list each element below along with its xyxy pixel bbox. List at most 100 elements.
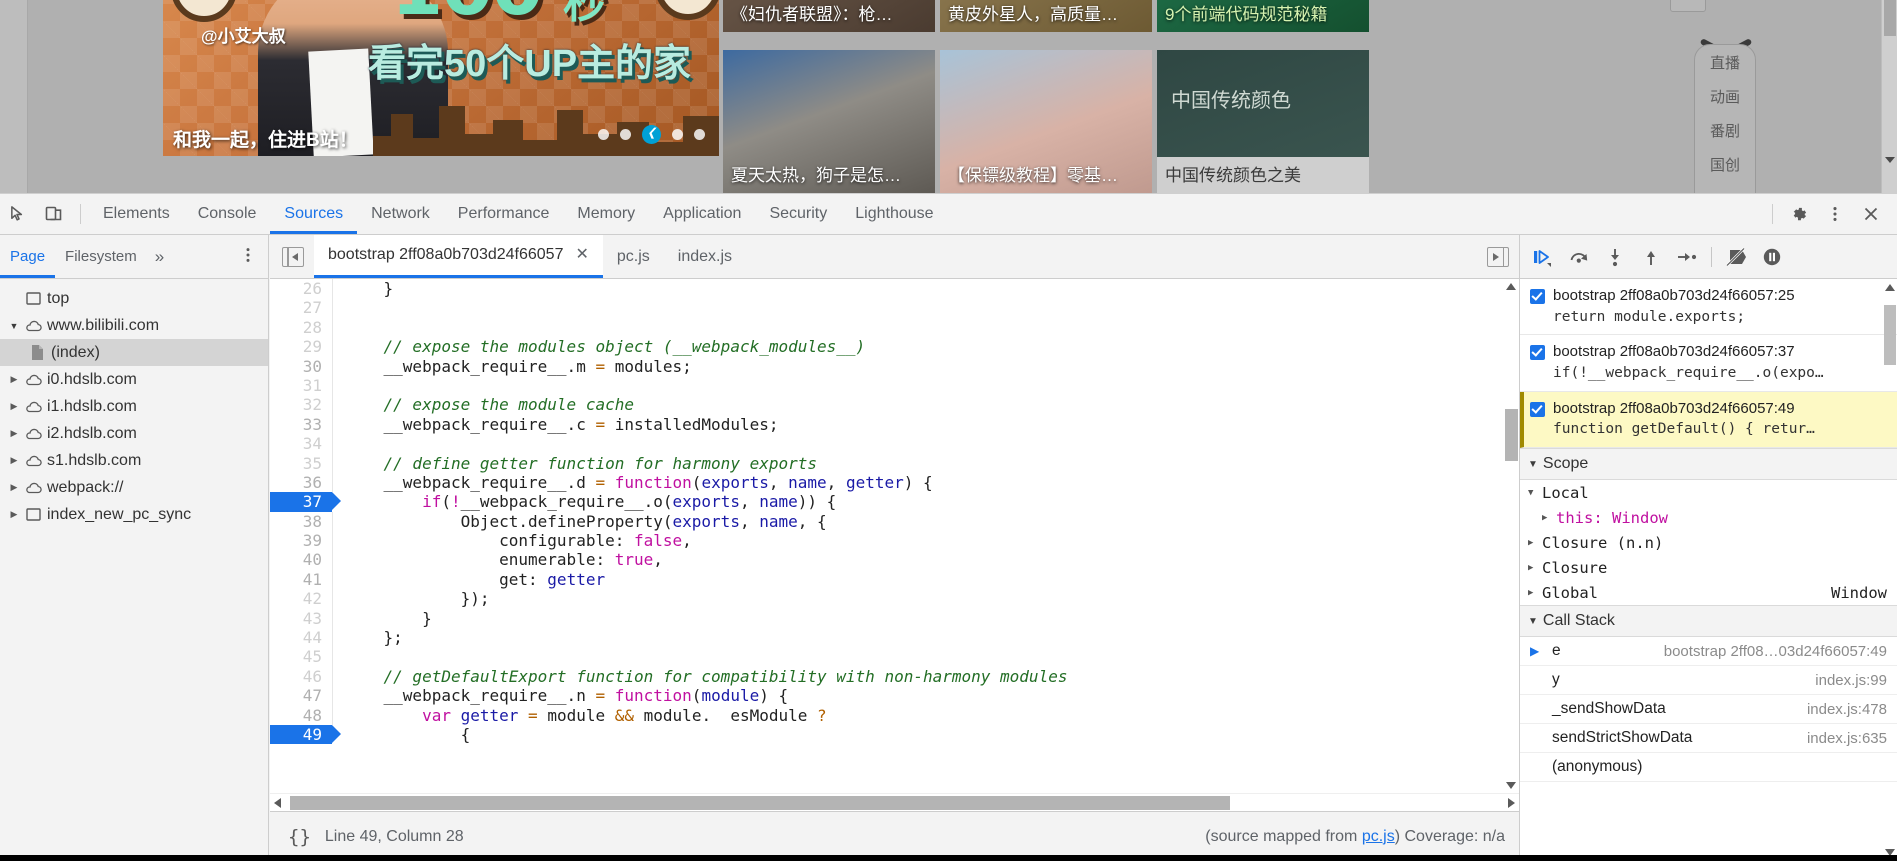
nav-subtab-filesystem[interactable]: Filesystem (55, 235, 147, 278)
video-title[interactable]: 黄皮外星人，高质量… (940, 0, 1152, 32)
line-number[interactable]: 41 (270, 569, 332, 590)
code-line[interactable]: 36 __webpack_require__.d = function(expo… (270, 472, 1519, 493)
chevron-right-icon[interactable]: ▶ (1542, 513, 1556, 523)
code-text[interactable]: __webpack_require__.c = installedModules… (332, 414, 1519, 435)
show-navigator-panel-icon[interactable] (282, 246, 304, 267)
code-text[interactable] (332, 434, 1519, 454)
tree-arrow[interactable]: ▶ (6, 428, 22, 439)
breakpoint-item[interactable]: bootstrap 2ff08a0b703d24f66057:37 if(!__… (1520, 335, 1897, 392)
nav-subtab-page[interactable]: Page (0, 235, 56, 278)
step-over-next-function-call-icon[interactable] (1564, 242, 1594, 272)
tree-arrow[interactable]: ▶ (6, 455, 22, 466)
editor-hscroll-thumb[interactable] (290, 796, 1230, 810)
call-stack-list[interactable]: ▶ e bootstrap 2ff08…03d24f66057:49 y ind… (1520, 637, 1897, 783)
carousel-dot-2-active[interactable] (642, 125, 661, 144)
code-viewer[interactable]: 26 } 27 28 29 // expose the modules object … (270, 279, 1519, 811)
breakpoint-checkbox[interactable] (1530, 401, 1545, 417)
call-stack-row-current[interactable]: ▶ e bootstrap 2ff08…03d24f66057:49 (1520, 637, 1897, 667)
file-tree[interactable]: top ▼ www.bilibili.com (index) ▶ i0.hdsl… (0, 279, 268, 528)
resume-script-execution-icon[interactable] (1528, 242, 1558, 272)
carousel-dot-4[interactable] (694, 129, 705, 140)
pause-on-exceptions-icon[interactable] (1757, 242, 1787, 272)
code-line[interactable]: 33 __webpack_require__.c = installedModu… (270, 414, 1519, 435)
scroll-up-arrow-icon[interactable] (1885, 284, 1895, 291)
video-card[interactable]: 黄皮外星人，高质量… (940, 0, 1152, 32)
code-text[interactable]: }); (332, 589, 1519, 609)
video-card[interactable]: 【保镖级教程】零基… (940, 50, 1152, 193)
video-card[interactable]: 《妇仇者联盟》：枪… (723, 0, 935, 32)
line-number[interactable]: 31 (270, 375, 332, 396)
video-title[interactable]: 夏天太热，狗子是怎… (723, 157, 935, 193)
video-title[interactable]: 【保镖级教程】零基… (940, 157, 1152, 193)
line-number[interactable]: 39 (270, 531, 332, 551)
deactivate-breakpoints-icon[interactable] (1721, 242, 1751, 272)
code-text[interactable]: } (332, 279, 1519, 299)
video-title[interactable]: 9个前端代码规范秘籍 (1157, 0, 1369, 32)
chevron-right-icon[interactable]: ▶ (1528, 538, 1542, 548)
video-title[interactable]: 中国传统颜色之美 (1157, 157, 1369, 193)
line-number[interactable]: 33 (270, 414, 332, 435)
side-nav-item-anime[interactable]: 动画 (1695, 79, 1755, 113)
line-number[interactable]: 42 (270, 589, 332, 609)
tab-console[interactable]: Console (184, 194, 271, 234)
code-line[interactable]: 29 // expose the modules object (__webpa… (270, 337, 1519, 357)
code-text[interactable]: get: getter (332, 569, 1519, 590)
editor-horizontal-scrollbar[interactable] (270, 793, 1519, 811)
close-icon[interactable]: ✕ (575, 233, 588, 277)
chevron-down-icon[interactable] (1885, 157, 1895, 163)
line-number[interactable]: 27 (270, 298, 332, 318)
call-stack-row[interactable]: (anonymous) (1520, 753, 1897, 783)
tree-arrow[interactable]: ▶ (6, 482, 22, 493)
carousel-dot-1[interactable] (620, 129, 631, 140)
video-card[interactable]: 中国传统颜色 中国传统颜色之美 (1157, 50, 1369, 193)
tab-application[interactable]: Application (649, 194, 755, 234)
call-stack-section-header[interactable]: ▼ Call Stack (1520, 605, 1897, 638)
code-text[interactable]: __webpack_require__.m = modules; (332, 356, 1519, 376)
breakpoint-item-active[interactable]: bootstrap 2ff08a0b703d24f66057:49 functi… (1520, 391, 1897, 449)
line-number[interactable]: 48 (270, 705, 332, 725)
scroll-down-arrow-icon[interactable] (1506, 782, 1516, 789)
step-into-next-function-call-icon[interactable] (1600, 242, 1630, 272)
debugger-scroll-thumb[interactable] (1884, 305, 1896, 365)
line-number[interactable]: 44 (270, 628, 332, 648)
code-text[interactable] (332, 317, 1519, 338)
code-text[interactable]: } (332, 608, 1519, 629)
tab-memory[interactable]: Memory (563, 194, 649, 234)
kebab-menu-icon[interactable] (1817, 196, 1853, 232)
page-vertical-scrollbar[interactable] (1881, 0, 1897, 193)
tree-arrow[interactable]: ▶ (6, 509, 22, 520)
step-icon[interactable] (1672, 242, 1702, 272)
code-text[interactable]: __webpack_require__.d = function(exports… (332, 472, 1519, 493)
code-text[interactable]: Object.defineProperty(exports, name, { (332, 511, 1519, 532)
breakpoint-item[interactable]: bootstrap 2ff08a0b703d24f66057:25 return… (1520, 279, 1897, 336)
web-page-viewport[interactable]: 100 秒 看完50个UP主的家 @小艾大叔 和我一起，住进B站！ 《妇仇者联盟… (0, 0, 1897, 193)
line-number[interactable]: 28 (270, 317, 332, 338)
line-number[interactable]: 37 (270, 492, 341, 512)
side-nav-item-live[interactable]: 直播 (1695, 45, 1755, 79)
tree-item-top[interactable]: top (0, 285, 268, 312)
line-number[interactable]: 38 (270, 511, 332, 532)
line-number[interactable]: 40 (270, 550, 332, 570)
tree-item-i1-hdslb[interactable]: ▶ i1.hdslb.com (0, 393, 268, 420)
code-line[interactable]: 32 // expose the module cache (270, 395, 1519, 415)
tab-network[interactable]: Network (357, 194, 444, 234)
side-nav-item-bangumi[interactable]: 番剧 (1695, 113, 1755, 147)
editor-vscroll-thumb[interactable] (1505, 409, 1518, 461)
call-stack-row[interactable]: _sendShowData index.js:478 (1520, 695, 1897, 725)
tree-arrow[interactable]: ▶ (6, 374, 22, 385)
line-number[interactable]: 32 (270, 395, 332, 415)
scope-row-closure-nn[interactable]: ▶ Closure (n.n) (1520, 530, 1897, 555)
carousel-dot-0[interactable] (598, 129, 609, 140)
video-title[interactable]: 《妇仇者联盟》：枪… (723, 0, 935, 32)
scope-section-header[interactable]: ▼ Scope (1520, 448, 1897, 481)
code-line[interactable]: 42 }); (270, 589, 1519, 609)
carousel-dots[interactable] (598, 125, 705, 144)
code-line[interactable]: 48 var getter = module && module. esModu… (270, 705, 1519, 725)
tab-performance[interactable]: Performance (444, 194, 564, 234)
code-line[interactable]: 28 (270, 317, 1519, 338)
tree-item-index[interactable]: (index) (0, 339, 268, 366)
tree-item-webpack[interactable]: ▶ webpack:// (0, 474, 268, 501)
format-braces-icon[interactable]: {} (270, 826, 325, 848)
side-nav-bubble[interactable]: 直播 动画 番剧 国创 (1694, 44, 1756, 193)
editor-tab-pcjs[interactable]: pc.js (603, 235, 664, 278)
